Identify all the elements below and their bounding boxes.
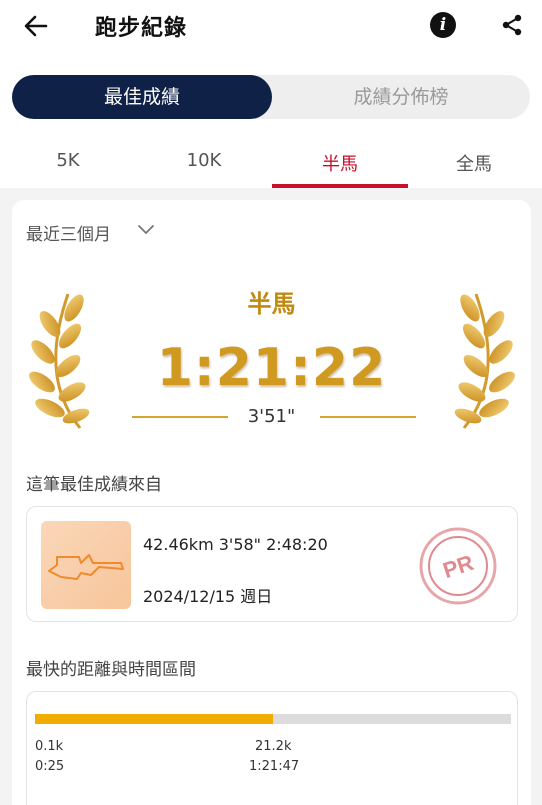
best-result-card: 最近三個月 半馬 1:21:22 3'51" 這筆最佳成績來自 42.46km … [12,200,531,805]
app-header: 跑步紀錄 i [0,0,542,52]
page-title: 跑步紀錄 [95,16,188,41]
pr-badge-icon: PR [419,527,497,605]
range-end-distance: 21.2k [255,739,292,754]
share-icon[interactable] [500,13,524,37]
fastest-range-card: 0.1k 0:25 21.2k 1:21:47 [26,691,518,805]
range-bar-fill [35,714,273,724]
range-end-time: 1:21:47 [249,759,300,774]
record-stats: 42.46km 3'58" 2:48:20 [143,535,328,554]
route-map-icon [48,554,124,580]
period-selector[interactable]: 最近三個月 [26,220,111,245]
source-record-card[interactable]: 42.46km 3'58" 2:48:20 2024/12/15 週日 PR [26,506,518,622]
view-segmented-control: 最佳成績 成績分佈榜 [12,75,530,119]
distance-tabs: 5K 10K 半馬 全馬 [0,140,542,188]
source-section-title: 這筆最佳成績來自 [26,475,162,495]
range-start-time: 0:25 [35,759,65,774]
range-start-distance: 0.1k [35,739,64,754]
best-race-name: 半馬 [247,290,296,318]
best-pace: 3'51" [247,406,296,427]
info-icon[interactable]: i [430,12,456,38]
segment-best-results[interactable]: 最佳成績 [12,75,272,119]
best-time: 1:21:22 [156,338,387,398]
tab-full-marathon[interactable]: 全馬 [406,150,542,176]
tab-half-marathon[interactable]: 半馬 [272,150,408,176]
record-date: 2024/12/15 週日 [143,587,273,606]
tab-5k[interactable]: 5K [0,150,136,171]
segment-results-ranking[interactable]: 成績分佈榜 [272,75,530,119]
range-bar-track [35,714,511,724]
chevron-down-icon[interactable] [136,222,156,236]
arrow-left-icon[interactable] [22,12,50,40]
route-thumbnail [41,521,131,609]
tab-10k[interactable]: 10K [136,150,272,171]
pr-badge-label: PR [440,550,477,583]
fastest-section-title: 最快的距離與時間區間 [26,660,196,680]
